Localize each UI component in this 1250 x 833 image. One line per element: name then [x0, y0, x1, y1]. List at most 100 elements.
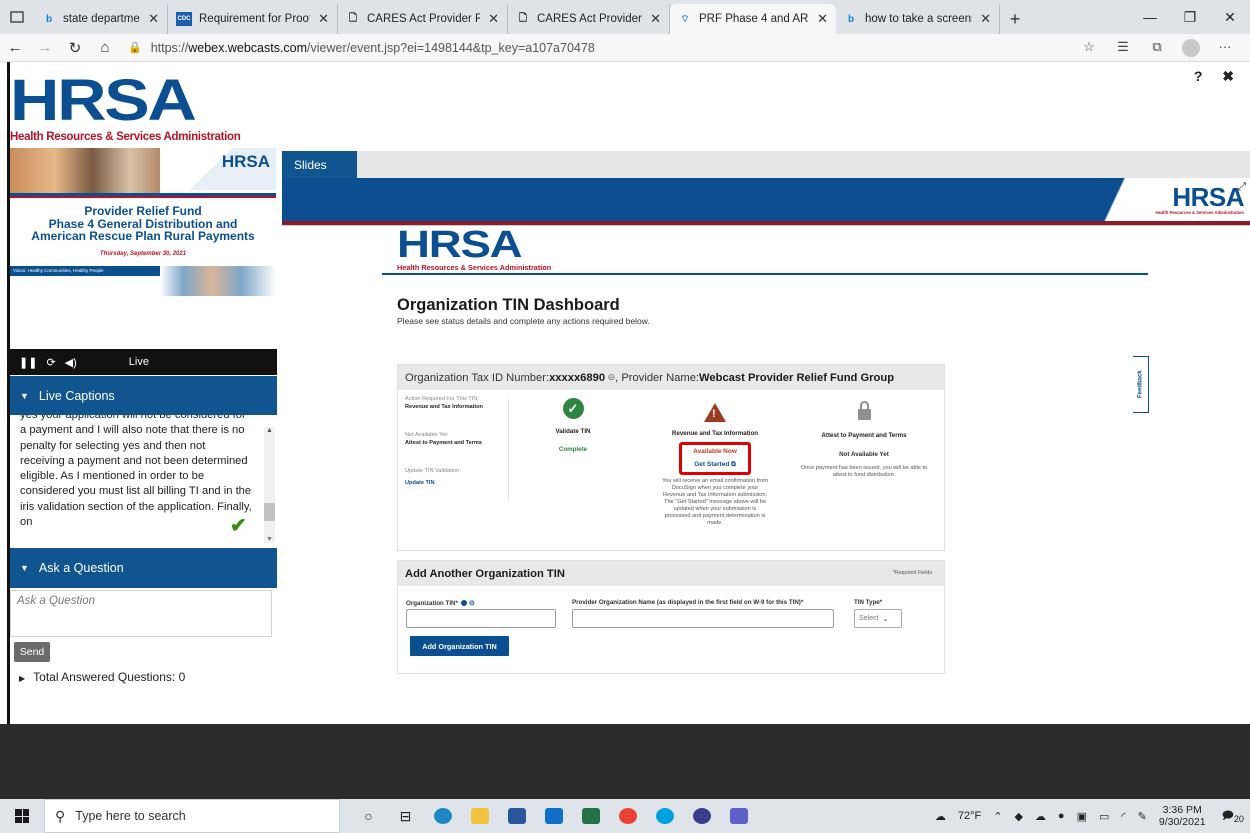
clock[interactable]: 3:36 PM 9/30/2021 — [1159, 804, 1206, 828]
org-name-input[interactable] — [572, 609, 834, 628]
weather-icon[interactable]: ☁ — [935, 810, 946, 823]
notification-icon[interactable]: 🗩20 — [1222, 807, 1244, 826]
volume-icon[interactable]: ◀) — [65, 356, 77, 369]
task-view-icon[interactable]: ⊟ — [387, 799, 424, 833]
favorite-star-icon[interactable]: ☆ — [1072, 39, 1106, 57]
warning-icon: ! — [704, 403, 726, 422]
scrollbar-thumb[interactable] — [264, 503, 275, 521]
step-status: Complete — [558, 446, 588, 453]
browser-tab-5[interactable]: ⌔ PRF Phase 4 and ARP Rura ✕ — [670, 4, 836, 34]
step-label: Attest to Payment and Terms — [821, 432, 907, 439]
minimize-icon[interactable]: — — [1130, 0, 1170, 34]
tin-field-label: Organization TIN* ⊝ — [406, 599, 475, 607]
browser-tab-2[interactable]: CDC Requirement for Proof of N ✕ — [168, 4, 338, 34]
wifi-icon[interactable]: ◜ — [1121, 810, 1125, 823]
close-tab-icon[interactable]: ✕ — [650, 11, 661, 27]
ask-question-input[interactable]: Ask a Question — [10, 590, 272, 637]
url-field[interactable]: 🔒 https://webex.webcasts.com/viewer/even… — [128, 41, 1072, 55]
close-tab-icon[interactable]: ✕ — [817, 11, 828, 27]
favorites-list-icon[interactable]: ☰ — [1106, 39, 1140, 57]
edge-icon[interactable] — [424, 799, 461, 833]
more-menu-icon[interactable]: ··· — [1208, 39, 1242, 57]
bing-icon: b — [847, 13, 855, 25]
thumbnail-vision: Vision: Healthy Communities, Healthy Peo… — [13, 268, 104, 273]
clock-date: 9/30/2021 — [1158, 816, 1206, 828]
tin-type-label: TIN Type* — [854, 599, 883, 606]
collections-icon[interactable]: ⧉ — [1140, 39, 1174, 57]
tray-app-icon[interactable]: ◆ — [1014, 810, 1022, 823]
tin-card-header: Organization Tax ID Number: xxxxx6890 ⊝, … — [398, 365, 944, 390]
get-started-link[interactable]: Get Started ⧉ — [682, 461, 748, 469]
display-icon[interactable]: ▣ — [1077, 810, 1087, 823]
pen-icon[interactable]: ✎ — [1138, 810, 1147, 823]
ask-question-header[interactable]: ▼ Ask a Question — [10, 548, 277, 588]
chrome-icon[interactable] — [609, 799, 646, 833]
browser-tab-3[interactable]: 🗋 CARES Act Provider Relief ✕ — [338, 4, 508, 34]
pause-icon[interactable]: ❚❚ — [19, 356, 37, 369]
close-tab-icon[interactable]: ✕ — [488, 11, 499, 27]
refresh-icon[interactable]: ⟳ — [46, 356, 55, 369]
start-button[interactable] — [0, 799, 44, 833]
forward-icon[interactable]: → — [30, 34, 60, 62]
help-close-icons[interactable]: ? ✖ — [1194, 68, 1242, 85]
onedrive-icon[interactable]: ☁ — [1035, 810, 1046, 823]
chevron-up-icon[interactable]: ⌃ — [993, 810, 1002, 823]
profile-avatar[interactable] — [1174, 38, 1208, 57]
browser-tab-1[interactable]: b state department - Bing ✕ — [34, 4, 168, 34]
chevron-down-icon: ⌄ — [882, 615, 889, 623]
scroll-up-icon[interactable]: ▲ — [266, 427, 273, 434]
word-icon[interactable] — [498, 799, 535, 833]
excel-icon[interactable] — [572, 799, 609, 833]
tray-user-icon[interactable]: ● — [1058, 810, 1065, 822]
network-icon[interactable]: ▭ — [1099, 810, 1109, 823]
teams-icon[interactable] — [720, 799, 757, 833]
update-tin-link[interactable]: Update TIN — [405, 479, 510, 487]
thumbnail-photo — [10, 148, 160, 193]
eye-icon[interactable]: ⊝ — [467, 600, 475, 607]
cortana-icon[interactable]: ○ — [350, 799, 387, 833]
weather-temp[interactable]: 72°F — [958, 810, 981, 822]
header-hrsa-subtitle: Health Resources & Services Administrati… — [1155, 210, 1244, 215]
tab-actions-icon[interactable] — [0, 0, 34, 34]
home-icon[interactable]: ⌂ — [90, 34, 120, 62]
window-controls: — ❐ ✕ — [1130, 0, 1250, 34]
scroll-down-icon[interactable]: ▼ — [266, 536, 273, 543]
file-explorer-icon[interactable] — [461, 799, 498, 833]
refresh-icon[interactable]: ↻ — [60, 34, 90, 62]
close-window-icon[interactable]: ✕ — [1210, 0, 1250, 34]
close-tab-icon[interactable]: ✕ — [980, 11, 991, 27]
outlook-icon[interactable] — [535, 799, 572, 833]
page-bottom — [0, 785, 1250, 799]
close-tab-icon[interactable]: ✕ — [148, 11, 159, 27]
webex-icon[interactable] — [683, 799, 720, 833]
check-circle-icon: ✓ — [562, 398, 584, 419]
maximize-icon[interactable]: ❐ — [1170, 0, 1210, 34]
url-prefix: https:// — [150, 40, 189, 55]
hrsa-logo-text: HRSA — [10, 68, 197, 133]
organization-tin-input[interactable] — [406, 609, 556, 628]
back-icon[interactable]: ← — [0, 34, 30, 62]
search-icon: ⚲ — [55, 807, 66, 824]
browser-tab-4[interactable]: 🗋 CARES Act Provider Relief ✕ — [508, 4, 670, 34]
tab-bar-background — [357, 151, 1250, 178]
expand-icon[interactable]: ⤢ — [1237, 181, 1246, 194]
total-answered-toggle[interactable]: ▶ Total Answered Questions: 0 — [19, 670, 185, 684]
action-required-value: Revenue and Tax Information — [405, 404, 483, 410]
browser-tab-6[interactable]: b how to take a screenshot ✕ — [836, 4, 1000, 34]
browser-tab-strip: b state department - Bing ✕ CDC Requirem… — [0, 0, 1250, 34]
caret-right-icon: ▶ — [19, 674, 26, 683]
tin-type-select[interactable]: Select ⌄ — [854, 609, 902, 628]
tab-slides[interactable]: Slides — [282, 151, 357, 178]
skype-icon[interactable] — [646, 799, 683, 833]
new-tab-button[interactable]: + — [1000, 4, 1030, 34]
close-tab-icon[interactable]: ✕ — [318, 11, 329, 27]
bing-icon: b — [45, 13, 53, 25]
add-organization-tin-button[interactable]: Add Organization TIN — [410, 636, 509, 656]
send-button[interactable]: Send — [14, 642, 50, 662]
eye-icon[interactable]: ⊝ — [605, 372, 616, 383]
captions-scrollbar[interactable]: ▲ ▼ — [264, 427, 275, 543]
live-captions-header[interactable]: ▼ Live Captions — [10, 376, 277, 416]
taskbar-search[interactable]: ⚲ Type here to search — [44, 799, 340, 833]
feedback-tab[interactable]: Feedback — [1133, 356, 1149, 413]
search-placeholder: Type here to search — [75, 809, 186, 823]
